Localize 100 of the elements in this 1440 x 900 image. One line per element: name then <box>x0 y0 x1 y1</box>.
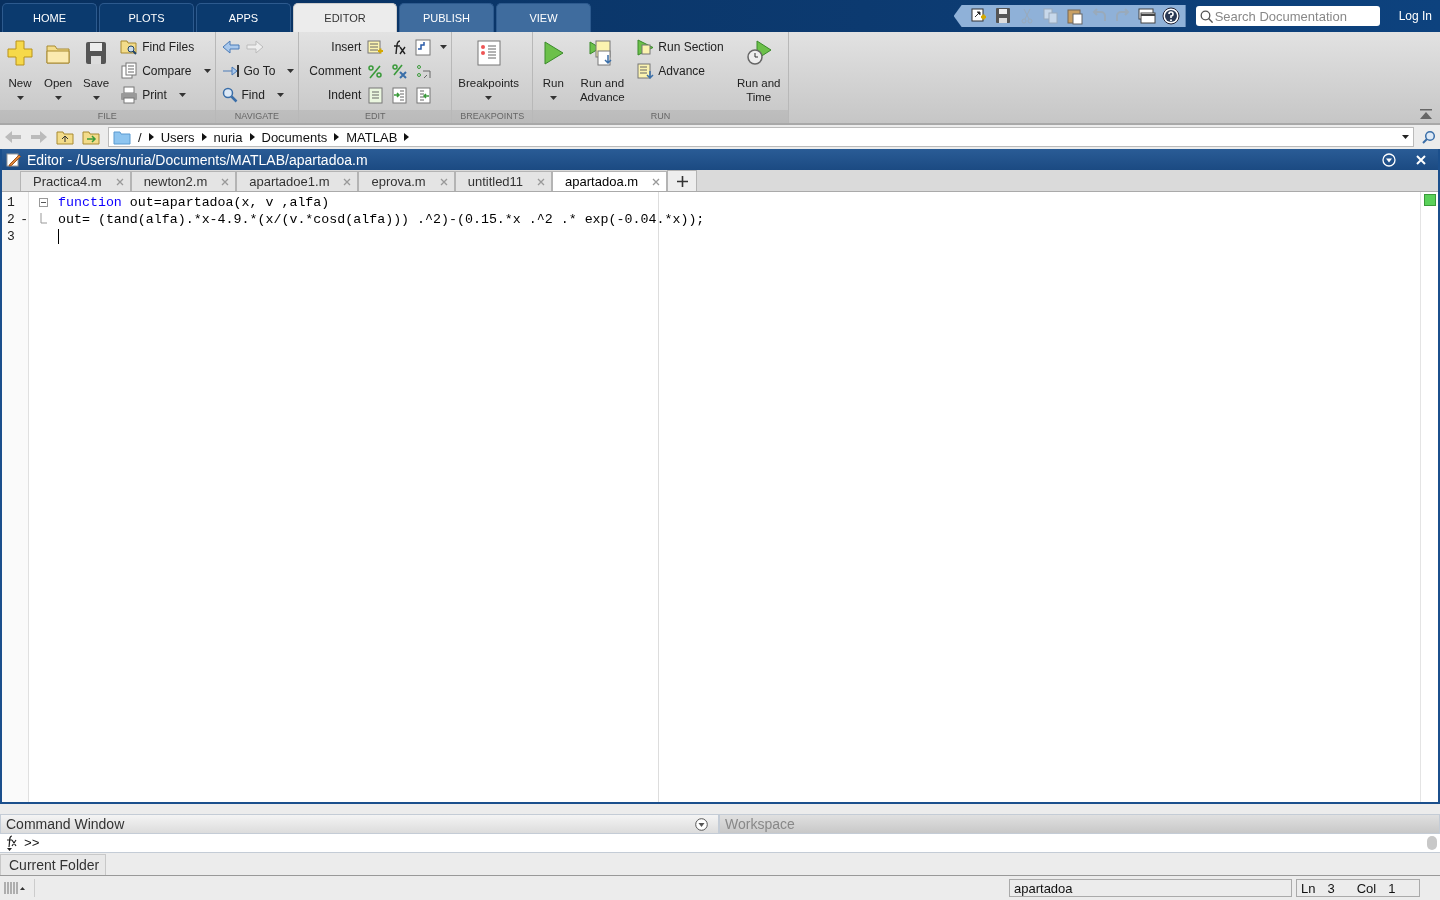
new-tab-button[interactable] <box>667 170 698 191</box>
windows-icon[interactable] <box>1137 7 1156 25</box>
file-tab[interactable]: eprova.m <box>358 171 455 191</box>
function-icon[interactable] <box>391 38 409 56</box>
menu-caret-icon[interactable] <box>695 817 708 831</box>
path-field[interactable]: / Users nuria Documents MATLAB <box>108 127 1414 147</box>
command-prompt: >> <box>24 835 40 851</box>
ribbon-tab[interactable]: PLOTS <box>99 3 194 32</box>
back-arrow-icon[interactable] <box>221 40 240 54</box>
pencil-icon <box>6 152 21 167</box>
function-icon[interactable] <box>4 835 18 851</box>
row-label: Indent <box>326 88 362 102</box>
percent-icon[interactable] <box>367 62 385 80</box>
toolstrip-button[interactable]: Run and Advance <box>577 35 628 110</box>
folder-browse-icon[interactable] <box>82 129 100 145</box>
panel-title: Workspace <box>725 816 795 832</box>
ribbon-tab[interactable]: VIEW <box>496 3 591 32</box>
panel-tab[interactable]: Current Folder <box>0 854 107 875</box>
folder-up-icon[interactable] <box>56 129 74 145</box>
toolstrip-button[interactable]: Save <box>82 35 111 110</box>
collapse-fold-icon[interactable] <box>39 198 48 207</box>
printer-icon <box>120 86 139 104</box>
code-line: out= (tand(alfa).*x-4.9.*(x/(v.*cosd(alfa))) .^2)-(0.15.*x .^2 .* exp(-0.04.*x)); <box>58 212 705 227</box>
ribbon-tab[interactable]: APPS <box>196 3 291 32</box>
arrow-to-line-icon <box>221 63 240 79</box>
breakpoints-icon <box>474 39 503 67</box>
toolstrip-button[interactable]: Go To <box>221 63 276 79</box>
path-segment[interactable]: MATLAB <box>346 129 398 145</box>
folder-search-icon <box>120 38 139 56</box>
line-marker: - <box>20 212 28 227</box>
toolstrip-button[interactable]: Open <box>44 35 73 110</box>
toolstrip-button[interactable]: Run Section <box>637 38 724 56</box>
folder-icon <box>113 129 131 145</box>
file-tab[interactable]: Practica4.m <box>20 171 131 191</box>
status-file: apartadoa <box>1009 879 1292 897</box>
increase-indent-icon[interactable] <box>391 86 409 104</box>
percent-cross-icon[interactable] <box>391 62 409 80</box>
search-icon[interactable] <box>1422 130 1436 144</box>
chevron-icon[interactable] <box>148 133 154 141</box>
fold-end-icon <box>40 212 47 227</box>
path-segment[interactable]: Users <box>160 129 195 145</box>
decrease-indent-icon[interactable] <box>415 86 433 104</box>
chevron-icon[interactable] <box>201 133 207 141</box>
toolstrip-button[interactable]: Print <box>120 86 167 104</box>
advance-icon <box>637 62 655 80</box>
section-title: RUN <box>533 110 788 123</box>
caret-icon <box>1402 135 1409 139</box>
note-plus-icon[interactable] <box>367 38 385 56</box>
paste-icon[interactable] <box>1065 7 1084 25</box>
document-icon <box>120 62 139 80</box>
toolstrip-button[interactable]: Compare <box>120 62 192 80</box>
toolstrip-button[interactable]: Find Files <box>120 38 195 56</box>
toolstrip-button[interactable]: New <box>6 35 34 110</box>
line-number: 2 <box>6 212 16 227</box>
code-line: function out=apartadoa(x, v ,alfa) <box>58 195 330 210</box>
section-title: FILE <box>0 110 215 123</box>
chevron-icon[interactable] <box>334 133 340 141</box>
toolstrip-button[interactable]: Breakpoints <box>458 35 520 110</box>
ribbon-tab[interactable]: EDITOR <box>293 3 397 32</box>
section-title: BREAKPOINTS <box>452 110 533 123</box>
line-number: 1 <box>6 195 16 210</box>
new-shortcut-icon[interactable] <box>969 7 988 25</box>
path-segment[interactable]: / <box>138 129 142 145</box>
file-tab[interactable]: apartadoa.m <box>552 171 668 191</box>
grip-icon[interactable] <box>4 881 26 895</box>
file-tab[interactable]: newton2.m <box>130 171 237 191</box>
chevron-icon[interactable] <box>249 133 255 141</box>
path-segment[interactable]: Documents <box>261 129 328 145</box>
status-text: 1 <box>1388 880 1396 896</box>
line-number: 3 <box>6 229 16 244</box>
toolstrip-button[interactable]: Run <box>539 35 568 110</box>
file-tab[interactable]: untitled11 <box>454 171 553 191</box>
path-segment[interactable]: nuria <box>213 129 243 145</box>
plus-icon <box>676 175 688 187</box>
search-icon <box>1199 9 1213 23</box>
section-title: NAVIGATE <box>215 110 299 123</box>
status-text: 3 <box>1327 880 1335 896</box>
status-indicator-icon <box>1423 194 1436 206</box>
chevron-icon[interactable] <box>404 133 410 141</box>
insert-block-icon[interactable] <box>415 38 433 56</box>
search-icon <box>221 87 238 103</box>
status-text: Ln <box>1301 880 1316 896</box>
toolstrip-button[interactable]: Find <box>221 87 265 103</box>
ribbon-tab[interactable]: HOME <box>2 3 97 32</box>
percent-arrow-icon[interactable] <box>415 62 433 80</box>
file-tab[interactable]: apartadoe1.m <box>236 171 359 191</box>
status-text: Col <box>1356 880 1377 896</box>
search-field[interactable]: Search Documentation <box>1195 6 1380 26</box>
ribbon-tab[interactable]: PUBLISH <box>399 3 494 32</box>
editor-title: Editor - /Users/nuria/Documents/MATLAB/apartadoa.m <box>27 151 368 168</box>
collapse-icon[interactable] <box>1420 109 1432 119</box>
plus-icon <box>6 39 34 67</box>
indent-icon[interactable] <box>367 86 385 104</box>
login-link[interactable]: Log In <box>1398 9 1432 23</box>
toolstrip-button[interactable]: Run and Time <box>733 35 784 110</box>
section-title: EDIT <box>299 110 452 123</box>
row-label: Comment <box>308 64 362 78</box>
help-icon[interactable] <box>1161 7 1180 25</box>
toolstrip-button[interactable]: Advance <box>637 62 706 80</box>
save-icon[interactable] <box>993 7 1012 25</box>
